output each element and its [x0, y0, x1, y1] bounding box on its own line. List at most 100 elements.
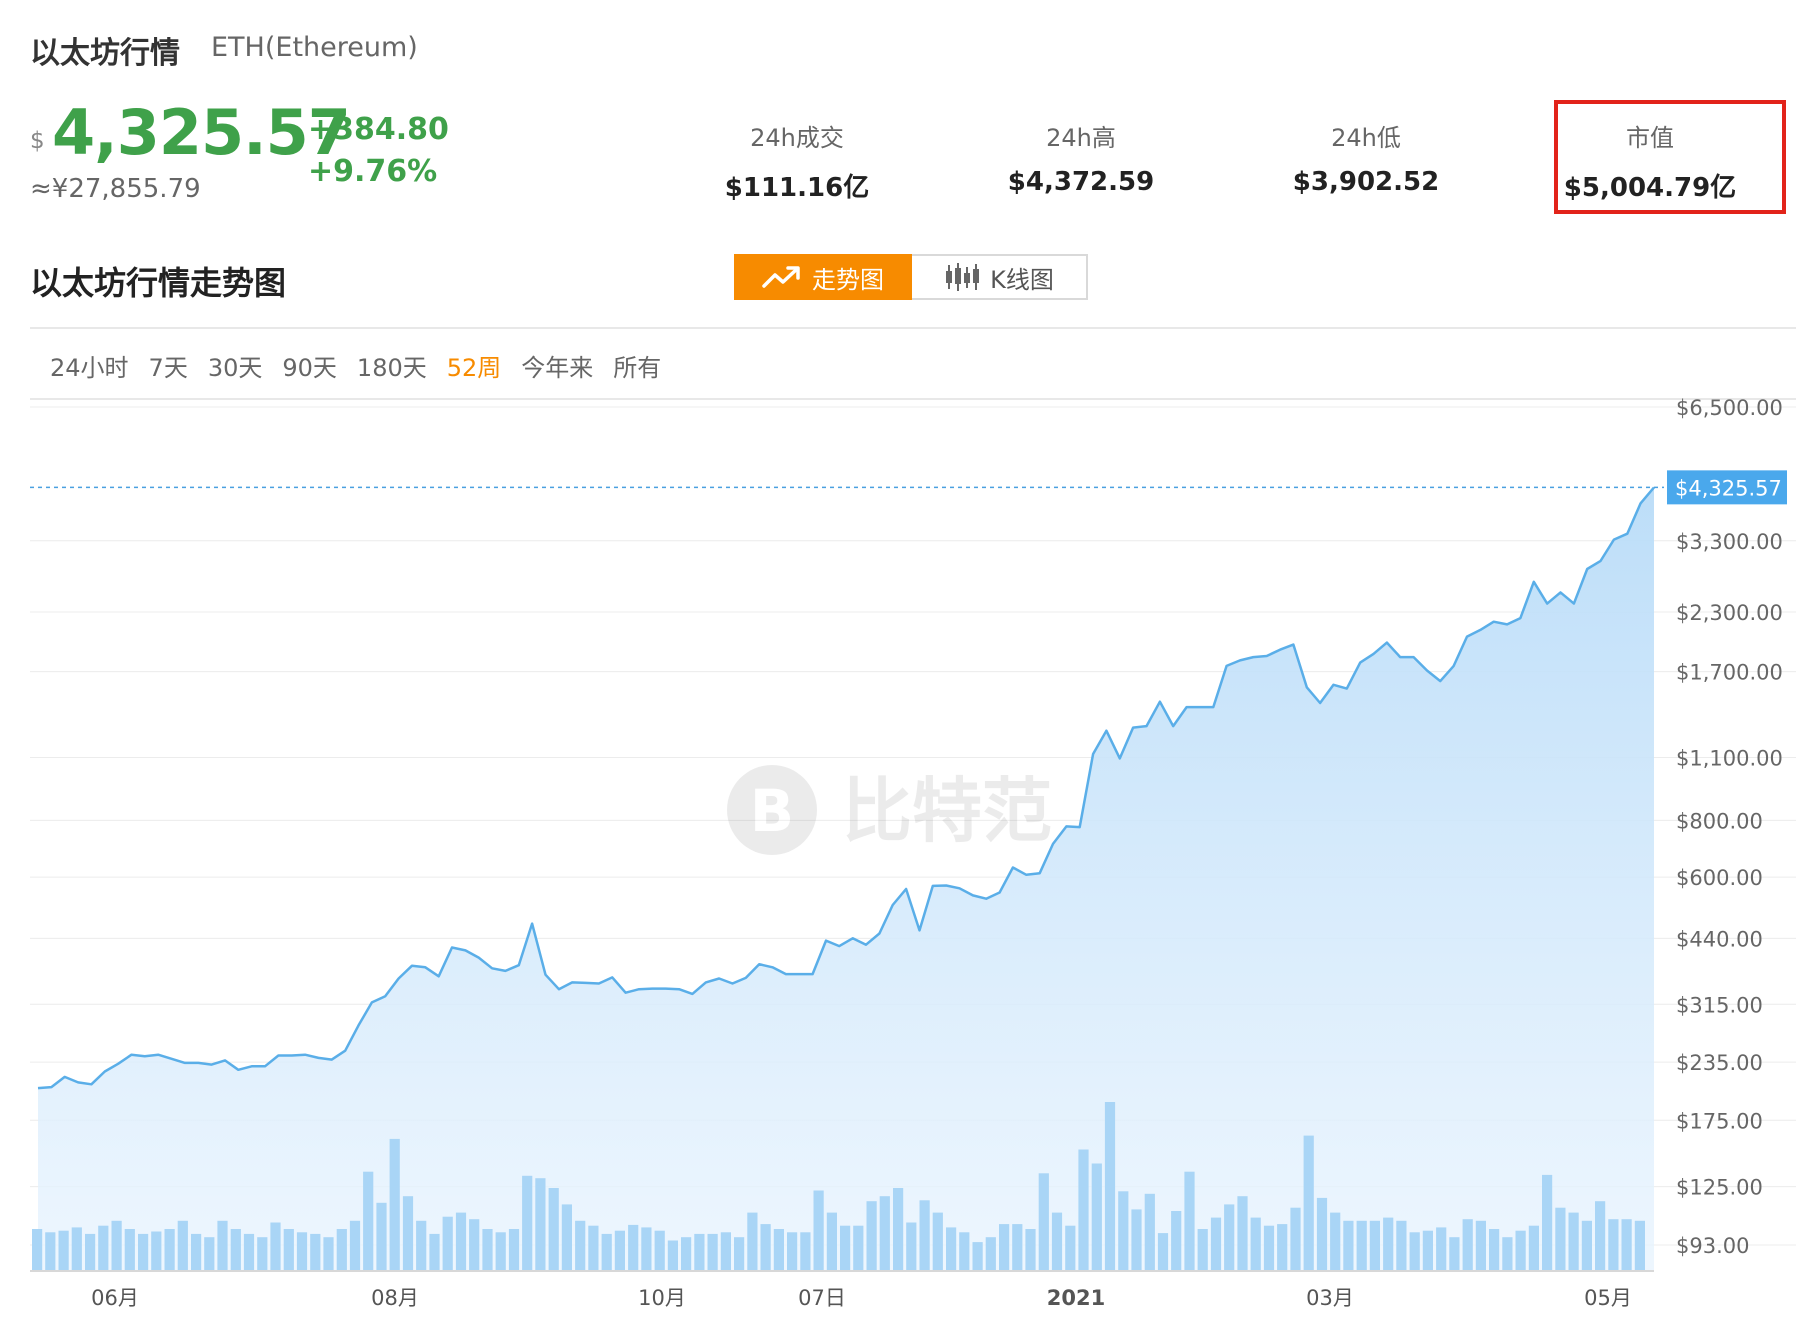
volume-bar [389, 1138, 400, 1270]
volume-bar [1263, 1225, 1275, 1270]
volume-bar [1290, 1207, 1301, 1270]
current-price-tag: $4,325.57 [1667, 470, 1787, 505]
volume-bar [217, 1220, 228, 1270]
trend-chart-button[interactable]: 走势图 [734, 254, 912, 300]
volume-bar [601, 1233, 612, 1270]
y-tick-label: $800.00 [1676, 809, 1763, 833]
volume-bar [98, 1225, 109, 1270]
volume-bar [336, 1229, 347, 1270]
y-tick-label: $315.00 [1676, 993, 1763, 1017]
y-tick-label: $1,100.00 [1676, 747, 1783, 771]
x-tick-label: 08月 [371, 1286, 419, 1310]
trend-line-icon [762, 266, 800, 288]
volume-bar [946, 1227, 957, 1270]
volume-bar [310, 1233, 321, 1270]
volume-bar [495, 1232, 506, 1270]
time-range-tabs: 24小时 7天 30天 90天 180天 52周 今年来 所有 [50, 348, 681, 383]
volume-bar [840, 1225, 851, 1270]
volume-bar [230, 1229, 241, 1270]
volume-bar [1051, 1212, 1063, 1270]
chart-type-toggle: 走势图 K线图 [734, 254, 1088, 300]
kline-chart-label: K线图 [990, 265, 1054, 294]
section-title: 以太坊行情走势图 [30, 264, 287, 302]
volume-bar [1197, 1229, 1208, 1270]
volume-bar [1038, 1173, 1049, 1270]
volume-bar [707, 1233, 718, 1270]
volume-bar [1065, 1225, 1076, 1270]
volume-bar [1555, 1207, 1566, 1270]
volume-bar [323, 1237, 334, 1270]
volume-bar [1316, 1197, 1328, 1270]
price-chart: B 比特范 $93.00 $125.00 $175.00 $235.00 $315.00… [30, 396, 1796, 1310]
volume-bar [813, 1190, 824, 1270]
volume-bar [1528, 1225, 1539, 1270]
range-tab-所有[interactable]: 所有 [613, 348, 661, 383]
volume-bar [1568, 1212, 1579, 1270]
volume-bar [138, 1233, 149, 1270]
y-tick-label: $93.00 [1676, 1234, 1749, 1258]
volume-bar [1104, 1102, 1116, 1270]
volume-bar [654, 1230, 665, 1270]
volume-bar [1078, 1149, 1089, 1270]
volume-bar [164, 1229, 175, 1270]
stat-label: 24h成交 [750, 124, 844, 152]
volume-bar [1210, 1217, 1222, 1270]
volume-bar [1502, 1237, 1513, 1270]
stat-label: 24h低 [1331, 124, 1401, 152]
x-tick-label: 10月 [638, 1286, 686, 1310]
volume-bar [469, 1219, 480, 1270]
volume-bar [257, 1237, 268, 1270]
coin-symbol: ETH(Ethereum) [211, 32, 418, 63]
volume-bar [243, 1233, 255, 1270]
y-tick-label: $600.00 [1676, 866, 1763, 890]
volume-bar [614, 1230, 625, 1270]
volume-bar [800, 1232, 811, 1270]
range-tab-90天[interactable]: 90天 [282, 348, 337, 383]
volume-bar [191, 1233, 202, 1270]
volume-bar [1449, 1237, 1460, 1270]
volume-bar [932, 1212, 943, 1270]
volume-bar [959, 1232, 970, 1270]
volume-bar [1621, 1219, 1632, 1270]
volume-bar [1542, 1174, 1553, 1270]
trend-chart-label: 走势图 [812, 265, 884, 294]
range-tab-30天[interactable]: 30天 [208, 348, 263, 383]
x-tick-label: 03月 [1306, 1286, 1354, 1310]
market-cap-highlight-box [1554, 100, 1786, 214]
volume-bar [124, 1229, 135, 1270]
price-area [38, 487, 1654, 1270]
volume-bar [455, 1212, 467, 1270]
range-tab-180天[interactable]: 180天 [357, 348, 427, 383]
range-tab-52周[interactable]: 52周 [447, 348, 502, 383]
volume-bar [429, 1233, 440, 1270]
volume-bar [1277, 1224, 1288, 1270]
range-tab-24小时[interactable]: 24小时 [50, 348, 129, 383]
x-tick-label: 06月 [91, 1286, 139, 1310]
price-cny: ≈¥27,855.79 [30, 174, 201, 204]
stat-low-24h: 24h低 $3,902.52 [1246, 118, 1486, 197]
range-tab-7天[interactable]: 7天 [149, 348, 188, 383]
volume-bar [1515, 1230, 1526, 1270]
volume-bar [1343, 1220, 1354, 1270]
volume-bar [522, 1175, 533, 1270]
volume-bar [1330, 1212, 1341, 1270]
volume-bar [1118, 1191, 1129, 1270]
volume-bar [694, 1233, 705, 1270]
range-tab-今年来[interactable]: 今年来 [521, 348, 593, 383]
kline-chart-button[interactable]: K线图 [912, 254, 1088, 300]
stat-high-24h: 24h高 $4,372.59 [961, 118, 1201, 197]
volume-bar [349, 1220, 361, 1270]
volume-bar [773, 1229, 784, 1270]
volume-bar [58, 1230, 69, 1270]
y-tick-label: $2,300.00 [1676, 601, 1783, 625]
y-tick-label: $125.00 [1676, 1176, 1763, 1200]
volume-bar [1171, 1211, 1182, 1270]
volume-bar [151, 1231, 162, 1270]
volume-bar [1436, 1227, 1447, 1270]
volume-bar [972, 1242, 983, 1270]
volume-bar [747, 1212, 758, 1270]
y-tick-label: $6,500.00 [1676, 396, 1783, 420]
volume-bar [32, 1229, 43, 1270]
volume-bar [681, 1237, 692, 1270]
volume-bar [1369, 1220, 1380, 1270]
